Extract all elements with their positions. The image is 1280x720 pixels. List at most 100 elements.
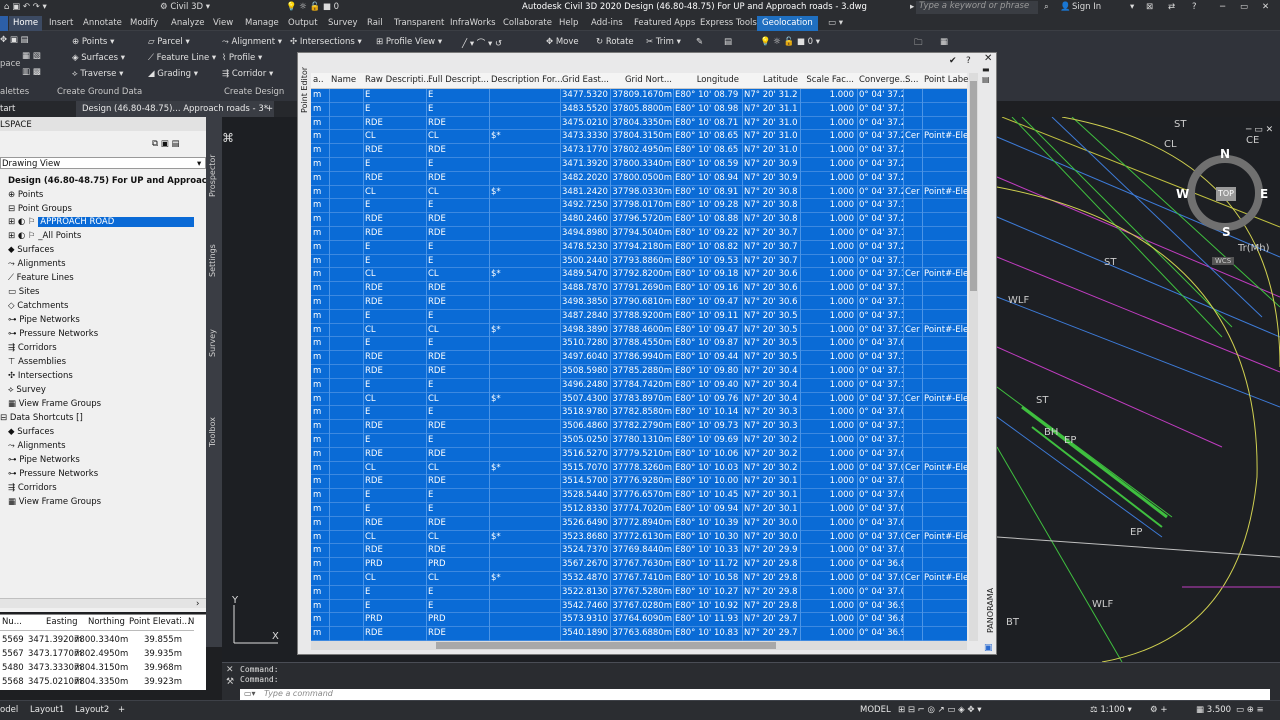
table-cell[interactable]: 1.000 [802, 545, 854, 555]
viewcube-top[interactable]: TOP [1216, 187, 1236, 201]
table-cell[interactable]: 0° 04' 37.19" [859, 311, 903, 321]
layout-icon[interactable]: ⌘ [222, 131, 234, 145]
table-cell[interactable]: 37800.0500m [612, 173, 672, 183]
create-design-label[interactable]: Create Design [224, 87, 284, 97]
binoculars-icon[interactable]: ⌕ [1044, 2, 1049, 12]
table-cell[interactable]: 37794.2180m [612, 242, 672, 252]
grid-cell[interactable]: 7804.3350m [74, 677, 128, 687]
table-row[interactable]: mCLCL$*3515.7070m37778.3260mE80° 10' 10.… [311, 462, 967, 476]
table-cell[interactable]: m [313, 476, 329, 486]
col-header[interactable]: N [188, 617, 194, 627]
table-cell[interactable]: N7° 20' 30.69" [744, 269, 798, 279]
table-cell[interactable]: 3473.1770m [562, 145, 608, 155]
tree-item-ds-surfaces[interactable]: ◆ Surfaces [8, 427, 54, 437]
scroll-thumb[interactable] [436, 642, 776, 649]
table-cell[interactable]: 0° 04' 37.22" [859, 214, 903, 224]
design-tab[interactable]: Design (46.80-48.75)... Approach roads -… [76, 101, 274, 117]
table-cell[interactable]: E80° 10' 09.47" [675, 297, 739, 307]
table-row[interactable]: m RDERDE 3514.5700m 37776.9280mE80° 10' 10.… [311, 475, 967, 490]
table-cell[interactable]: E80° 10' 10.03" [675, 463, 739, 473]
table-cell[interactable]: CL [365, 394, 425, 404]
point-editor-tab[interactable]: Point Editor [300, 67, 309, 113]
table-cell[interactable]: 0° 04' 37.00" [859, 573, 903, 583]
table-cell[interactable]: 0° 04' 37.07" [859, 463, 903, 473]
side-tab-settings[interactable]: Settings [208, 244, 217, 277]
table-cell[interactable]: m [313, 159, 329, 169]
table-cell[interactable]: E [365, 200, 425, 210]
table-cell[interactable]: 37798.0170m [612, 200, 672, 210]
side-tab-prospector[interactable]: Prospector [208, 154, 217, 197]
table-cell[interactable]: 37783.8970m [612, 394, 672, 404]
table-cell[interactable]: N7° 20' 30.36" [744, 407, 798, 417]
table-cell[interactable]: N7° 20' 30.17" [744, 476, 798, 486]
tree-item-ds-alignments[interactable]: ⤳ Alignments [8, 441, 66, 451]
grid-cell[interactable]: 3473.3330m [28, 663, 82, 673]
close-icon[interactable]: ✕ [226, 665, 234, 675]
chevron-down-icon[interactable]: ▾ [1130, 2, 1134, 12]
table-cell[interactable]: 1.000 [802, 435, 854, 445]
table-cell[interactable]: 0° 04' 37.25" [859, 145, 903, 155]
table-cell[interactable]: 3483.5520m [562, 104, 608, 114]
table-row[interactable]: m RDERDE 3482.2020m 37800.0500mE80° 10' 08.… [311, 172, 967, 186]
tree-item-all-points[interactable]: ⊞ ◐ ⚐ _All Points [8, 231, 81, 241]
table-cell[interactable]: 3516.5270m [562, 449, 608, 459]
table-cell[interactable]: RDE [428, 628, 488, 638]
table-cell[interactable]: m [313, 297, 329, 307]
tree-item-pipe-networks[interactable]: ⊶ Pipe Networks [8, 315, 80, 325]
table-cell[interactable]: RDE [365, 449, 425, 459]
table-cell[interactable]: 1.000 [802, 490, 854, 500]
table-cell[interactable]: 37767.7410m [612, 573, 672, 583]
table-cell[interactable]: E80° 10' 10.39" [675, 518, 739, 528]
table-body[interactable]: mEE3477.5320m37809.1670mE80° 10' 08.79"N… [311, 89, 967, 641]
table-cell[interactable]: 3478.5230m [562, 242, 608, 252]
grid-cell[interactable]: 7804.3150m [74, 663, 128, 673]
table-cell[interactable]: 1.000 [802, 380, 854, 390]
table-row[interactable]: m EE 3518.9780m 37782.8580mE80° 10' 10.14" N… [311, 406, 967, 421]
table-cell[interactable]: 3475.0210m [562, 118, 608, 128]
table-cell[interactable]: 0° 04' 36.85" [859, 559, 903, 569]
table-cell[interactable]: 1.000 [802, 173, 854, 183]
table-cell[interactable]: E [365, 256, 425, 266]
table-cell[interactable]: m [313, 559, 329, 569]
table-cell[interactable]: 1.000 [802, 476, 854, 486]
table-cell[interactable]: 3522.8130m [562, 587, 608, 597]
tab-add-ins[interactable]: Add-ins [591, 18, 623, 28]
table-cell[interactable]: E [365, 242, 425, 252]
table-cell[interactable]: RDE [428, 214, 488, 224]
table-cell[interactable]: m [313, 200, 329, 210]
table-cell[interactable]: PRD [428, 614, 488, 624]
table-cell[interactable]: 3540.1890m [562, 628, 608, 638]
column-header[interactable]: Grid East... [562, 75, 609, 85]
tab-view[interactable]: View [213, 18, 233, 28]
table-cell[interactable]: E [428, 490, 488, 500]
command-input[interactable]: ▭▾ Type a command [240, 689, 1270, 700]
table-row[interactable]: m EE 3477.5320m 37809.1670mE80° 10' 08.79" N… [311, 89, 967, 103]
table-cell[interactable]: E80° 10' 10.92" [675, 601, 739, 611]
table-cell[interactable]: 0° 04' 37.15" [859, 352, 903, 362]
table-cell[interactable]: 37774.7020m [612, 504, 672, 514]
table-cell[interactable]: m [313, 421, 329, 431]
table-cell[interactable]: m [313, 187, 329, 197]
table-cell[interactable]: 0° 04' 37.18" [859, 269, 903, 279]
table-cell[interactable]: m [313, 338, 329, 348]
table-cell[interactable]: E80° 10' 09.28" [675, 200, 739, 210]
table-cell[interactable]: 1.000 [802, 518, 854, 528]
table-cell[interactable]: N7° 20' 30.44" [744, 366, 798, 376]
table-cell[interactable]: 3512.8330m [562, 504, 608, 514]
table-cell[interactable]: E80° 10' 10.33" [675, 545, 739, 555]
table-cell[interactable]: m [313, 435, 329, 445]
table-cell[interactable]: E [365, 104, 425, 114]
table-cell[interactable]: Cer [905, 269, 921, 279]
cart-icon[interactable]: ⊠ [1146, 2, 1153, 12]
table-cell[interactable]: E80° 10' 08.82" [675, 242, 739, 252]
table-cell[interactable]: E80° 10' 11.72" [675, 559, 739, 569]
column-header[interactable]: Grid Nort... [612, 75, 672, 85]
model-space-toggle[interactable]: MODEL [860, 705, 891, 715]
layer-control[interactable]: 💡 ☼ 🔓 ■ 0 [286, 2, 339, 12]
table-cell[interactable]: m [313, 628, 329, 638]
table-cell[interactable]: E80° 10' 09.11" [675, 311, 739, 321]
table-cell[interactable]: E [428, 380, 488, 390]
column-header[interactable]: Converge... [859, 75, 908, 85]
toolbar-icons[interactable]: ⧉ ▣ ▤ [152, 139, 180, 149]
table-cell[interactable]: CL [428, 394, 488, 404]
